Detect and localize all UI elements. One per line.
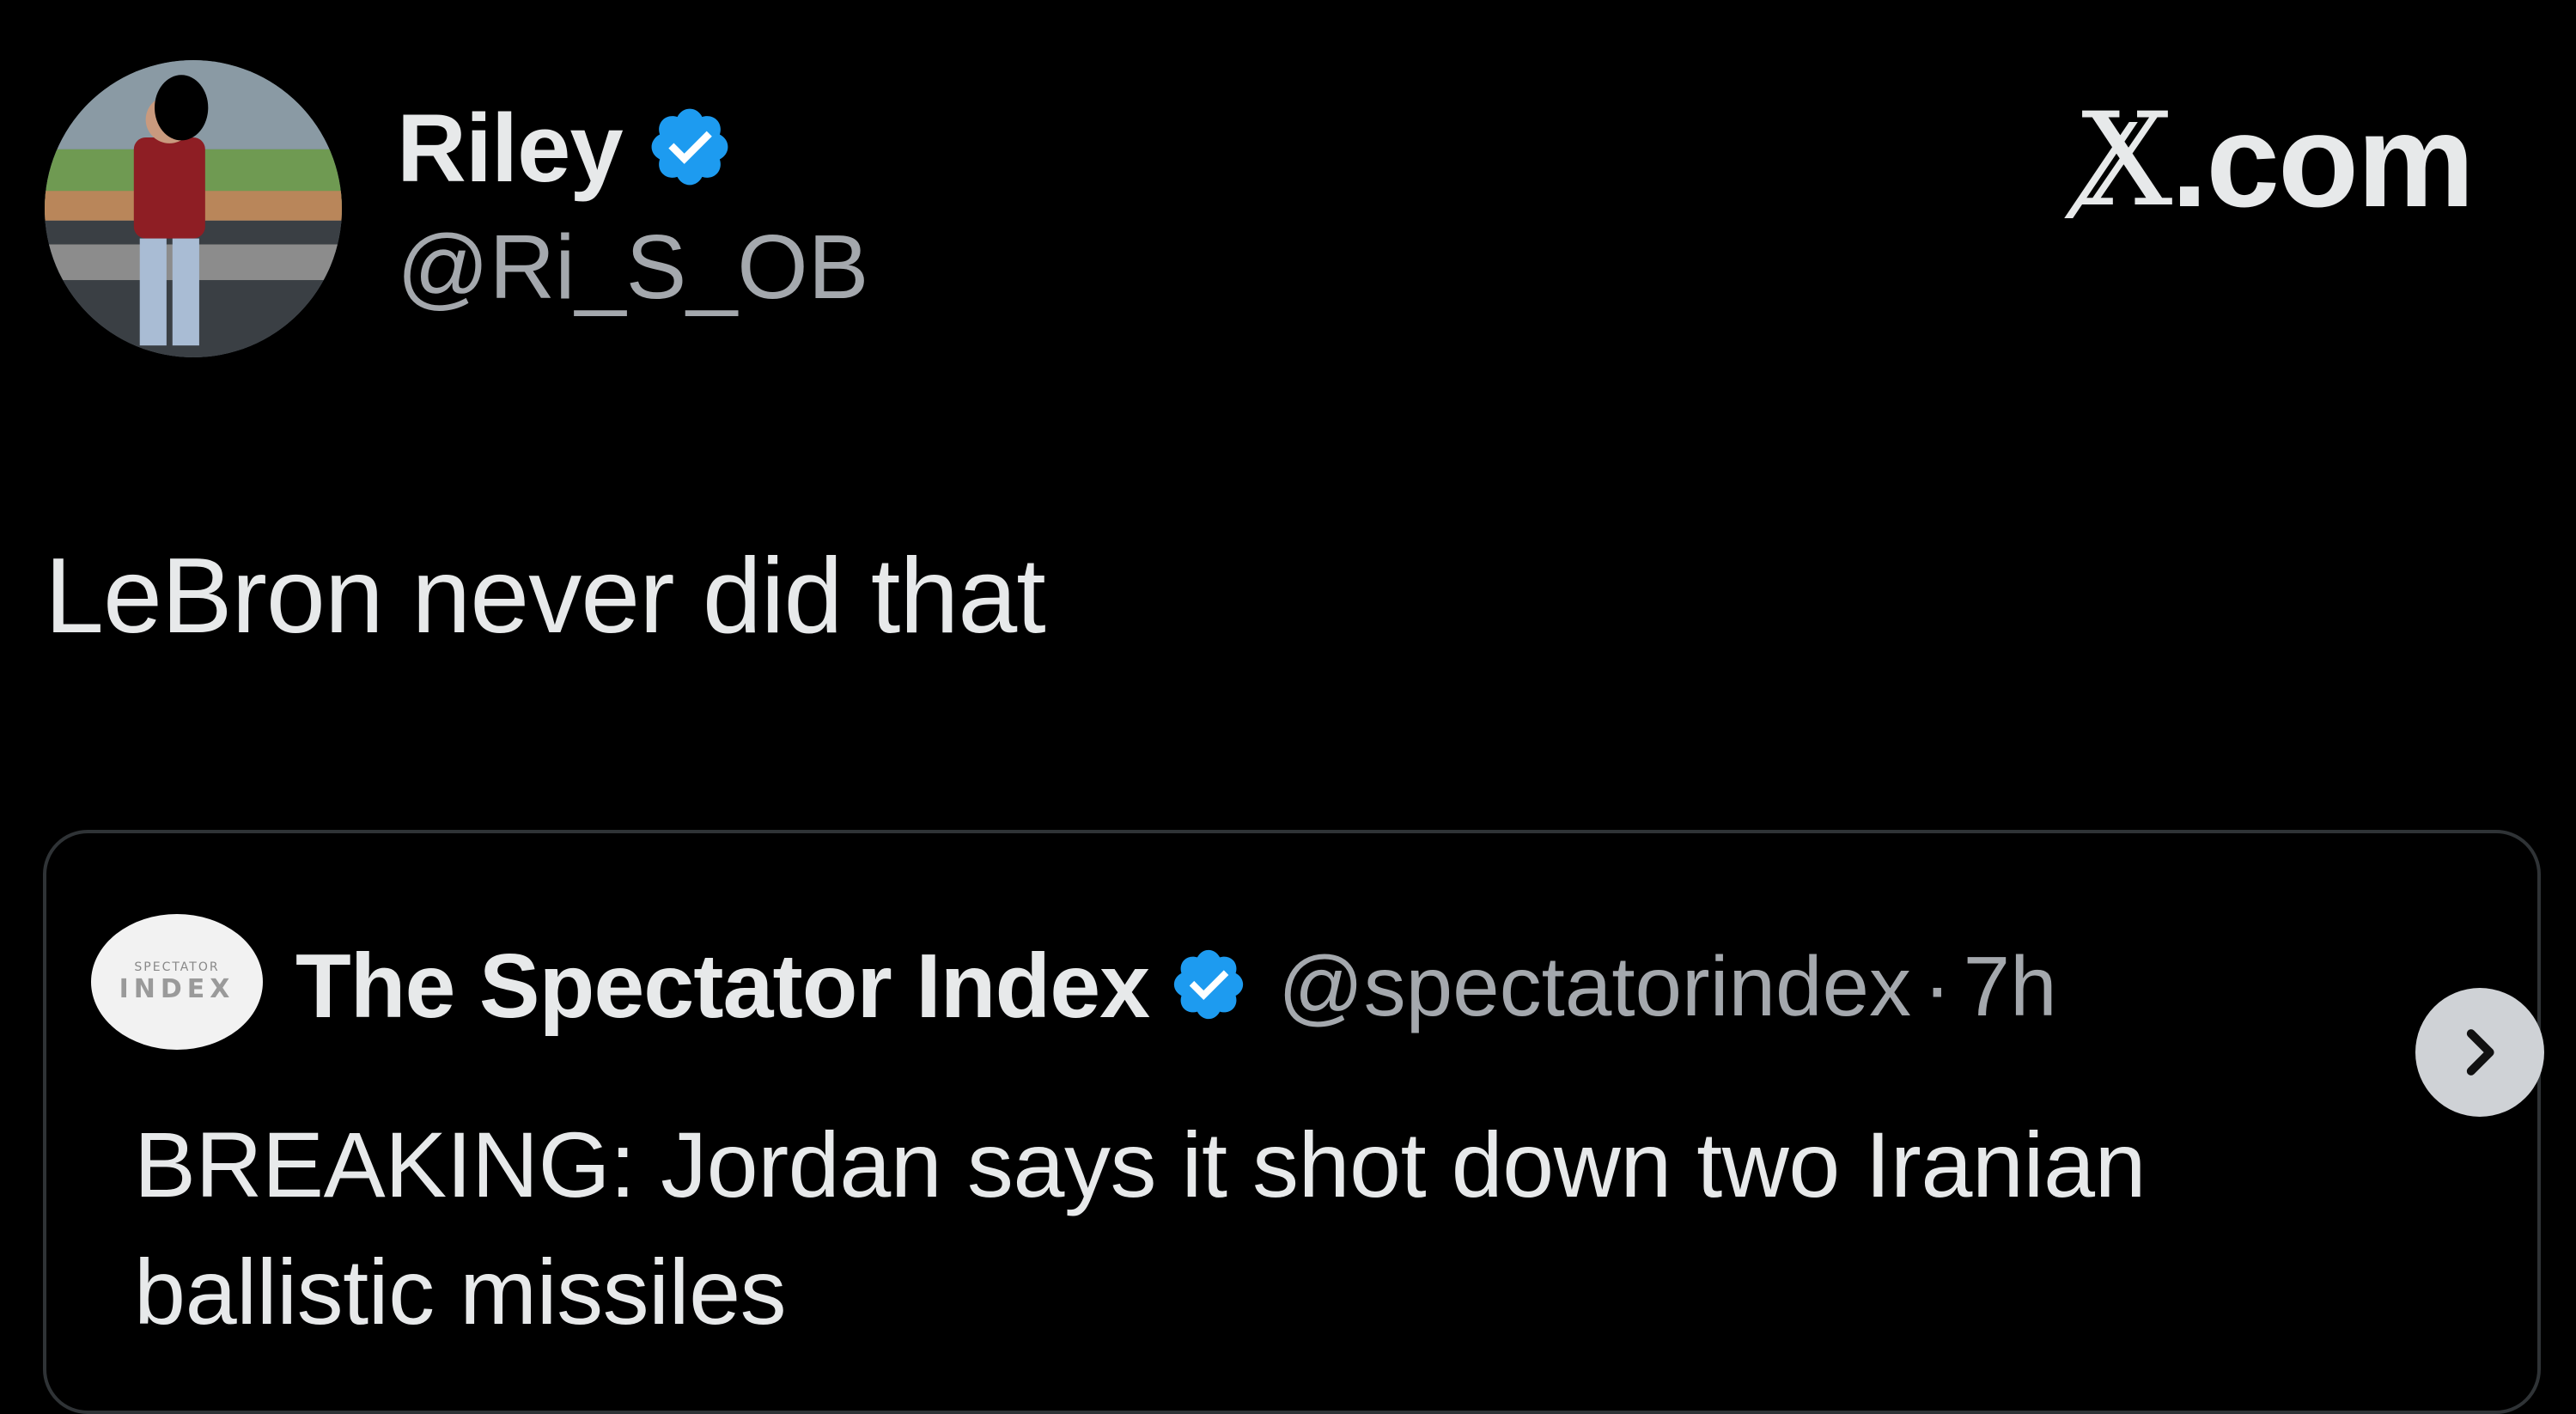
x-logo-icon: X — [2080, 86, 2173, 235]
quoted-author-name[interactable]: The Spectator Index — [295, 935, 1150, 1039]
brand-watermark: X .com — [2080, 86, 2475, 235]
quoted-author-avatar[interactable]: SPECTATOR INDEX — [91, 914, 263, 1050]
verified-badge-icon — [1168, 944, 1249, 1029]
tweet-text: LeBron never did that — [45, 537, 1046, 655]
separator-dot: · — [1922, 938, 1952, 1033]
author-name-row: Riley — [397, 93, 734, 204]
quoted-tweet-time[interactable]: 7h — [1964, 938, 2057, 1035]
brand-domain: .com — [2171, 87, 2475, 235]
quoted-avatar-logo-top: SPECTATOR — [134, 960, 220, 974]
quoted-tweet-header: The Spectator Index @spectatorindex · 7h — [295, 935, 2057, 1038]
author-handle[interactable]: @Ri_S_OB — [397, 222, 868, 313]
author-avatar-image — [45, 60, 342, 357]
quoted-avatar-logo-bottom: INDEX — [119, 973, 235, 1004]
quoted-author-handle[interactable]: @spectatorindex — [1278, 938, 1911, 1035]
next-button[interactable] — [2415, 988, 2544, 1117]
chevron-right-icon — [2466, 1029, 2494, 1076]
quoted-tweet-text: BREAKING: Jordan says it shot down two I… — [134, 1112, 2147, 1344]
author-avatar[interactable] — [45, 60, 342, 357]
author-name[interactable]: Riley — [397, 101, 624, 197]
verified-badge-icon — [645, 102, 734, 196]
